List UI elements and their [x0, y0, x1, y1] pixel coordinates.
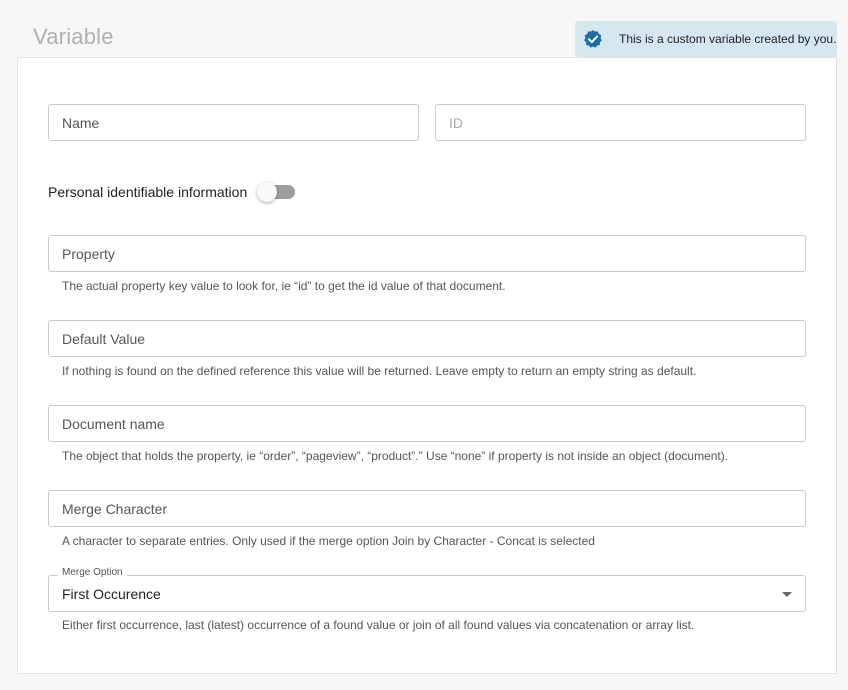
- default-value-help: If nothing is found on the defined refer…: [62, 364, 697, 378]
- merge-option-value: First Occurence: [62, 585, 161, 602]
- pii-row: Personal identifiable information: [48, 182, 297, 202]
- document-name-field[interactable]: Document name: [48, 405, 806, 442]
- merge-option-select[interactable]: First Occurence: [48, 575, 806, 612]
- merge-character-help: A character to separate entries. Only us…: [62, 534, 595, 548]
- default-value-field[interactable]: Default Value: [48, 320, 806, 357]
- chevron-down-icon[interactable]: [782, 592, 792, 597]
- toggle-thumb: [257, 182, 278, 202]
- merge-character-field[interactable]: Merge Character: [48, 490, 806, 527]
- document-name-help: The object that holds the property, ie “…: [62, 449, 729, 463]
- merge-option-label: Merge Option: [58, 567, 127, 578]
- id-field[interactable]: ID: [435, 104, 806, 141]
- name-field[interactable]: Name: [48, 104, 419, 141]
- pii-toggle[interactable]: [257, 182, 297, 202]
- banner-text: This is a custom variable created by you…: [619, 32, 837, 46]
- property-field[interactable]: Property: [48, 235, 806, 272]
- verified-badge-icon: [583, 29, 603, 49]
- info-banner: This is a custom variable created by you…: [575, 21, 837, 57]
- merge-option-help: Either first occurrence, last (latest) o…: [62, 618, 695, 632]
- page-title: Variable: [33, 24, 114, 49]
- property-help: The actual property key value to look fo…: [62, 279, 506, 293]
- pii-label: Personal identifiable information: [48, 184, 248, 200]
